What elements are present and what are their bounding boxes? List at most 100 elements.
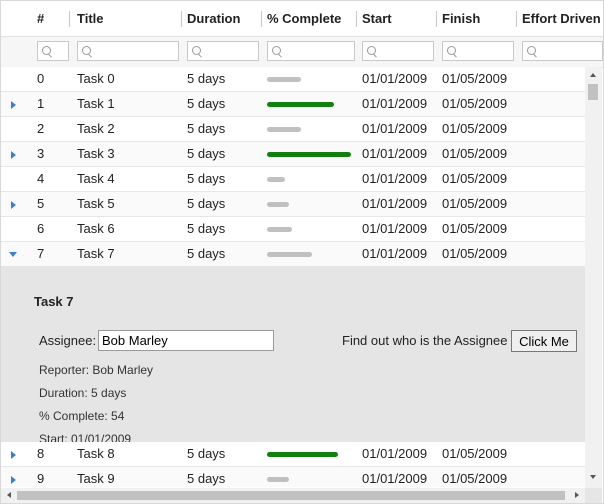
filter-input-start[interactable] <box>362 41 434 61</box>
cell-duration: 5 days <box>187 71 226 86</box>
cell-start: 01/01/2009 <box>362 121 428 136</box>
scroll-down-icon[interactable] <box>590 475 596 479</box>
scrollbar-corner <box>585 488 602 503</box>
table-row[interactable]: 8 Task 8 5 days 01/01/2009 01/05/2009 <box>1 442 585 467</box>
filter-input-title[interactable] <box>77 41 179 61</box>
percent-complete-bar <box>267 202 289 207</box>
cell-finish: 01/05/2009 <box>442 246 508 261</box>
table-row[interactable]: 3 Task 3 5 days 01/01/2009 01/05/2009 <box>1 142 585 167</box>
cell-title: Task 7 <box>77 246 115 261</box>
caret-right-icon <box>11 451 16 459</box>
cell-title: Task 9 <box>77 471 115 486</box>
row-toggle[interactable] <box>6 467 20 487</box>
cell-finish: 01/05/2009 <box>442 471 508 486</box>
cell-duration: 5 days <box>187 96 226 111</box>
search-icon <box>42 46 51 55</box>
percent-complete-bar <box>267 152 351 157</box>
caret-right-icon <box>11 476 16 484</box>
filter-input-percent-complete[interactable] <box>267 41 355 61</box>
caret-right-icon <box>11 151 16 159</box>
horizontal-scrollbar[interactable] <box>1 488 585 503</box>
table-row[interactable]: 0 Task 0 5 days 01/01/2009 01/05/2009 <box>1 67 585 92</box>
column-header-title[interactable]: Title <box>69 1 179 36</box>
search-icon <box>447 46 456 55</box>
assignee-label: Assignee: <box>39 333 97 348</box>
table-row[interactable]: 2 Task 2 5 days 01/01/2009 01/05/2009 <box>1 117 585 142</box>
cell-id: 0 <box>37 71 45 86</box>
cell-duration: 5 days <box>187 196 226 211</box>
row-toggle[interactable] <box>6 192 20 216</box>
filter-input-effort-driven[interactable] <box>522 41 603 61</box>
detail-reporter: Reporter: Bob Marley <box>39 363 154 377</box>
cell-duration: 5 days <box>187 121 226 136</box>
row-toggle[interactable] <box>6 142 20 166</box>
column-header-finish[interactable]: Finish <box>434 1 514 36</box>
search-icon <box>367 46 376 55</box>
find-assignee-label: Find out who is the Assignee <box>342 333 508 348</box>
assignee-input[interactable] <box>98 330 274 351</box>
cell-start: 01/01/2009 <box>362 446 428 461</box>
cell-id: 4 <box>37 171 45 186</box>
search-icon <box>527 46 536 55</box>
cell-finish: 01/05/2009 <box>442 71 508 86</box>
table-row[interactable]: 5 Task 5 5 days 01/01/2009 01/05/2009 <box>1 192 585 217</box>
row-detail-panel: Task 7 Assignee: Find out who is the Ass… <box>1 266 585 443</box>
table-row[interactable]: 6 Task 6 5 days 01/01/2009 01/05/2009 <box>1 217 585 242</box>
cell-id: 6 <box>37 221 45 236</box>
row-toggle[interactable] <box>6 242 20 266</box>
column-header-duration[interactable]: Duration <box>179 1 259 36</box>
filter-input-id[interactable] <box>37 41 69 61</box>
horizontal-scroll-thumb[interactable] <box>17 491 565 500</box>
table-row[interactable]: 9 Task 9 5 days 01/01/2009 01/05/2009 <box>1 467 585 487</box>
task-grid: # Title Duration % Complete Start Finish… <box>0 0 604 504</box>
column-header-start[interactable]: Start <box>354 1 434 36</box>
vertical-scrollbar[interactable] <box>585 67 602 488</box>
cell-title: Task 4 <box>77 171 115 186</box>
grid-header: # Title Duration % Complete Start Finish… <box>1 1 603 37</box>
cell-duration: 5 days <box>187 246 226 261</box>
cell-id: 2 <box>37 121 45 136</box>
cell-id: 3 <box>37 146 45 161</box>
cell-title: Task 0 <box>77 71 115 86</box>
cell-id: 7 <box>37 246 45 261</box>
detail-title: Task 7 <box>34 294 74 309</box>
cell-finish: 01/05/2009 <box>442 146 508 161</box>
filter-input-duration[interactable] <box>187 41 259 61</box>
cell-start: 01/01/2009 <box>362 146 428 161</box>
cell-title: Task 1 <box>77 96 115 111</box>
scroll-right-icon[interactable] <box>575 492 579 498</box>
table-row[interactable]: 7 Task 7 5 days 01/01/2009 01/05/2009 <box>1 242 585 267</box>
cell-title: Task 8 <box>77 446 115 461</box>
search-icon <box>192 46 201 55</box>
table-row[interactable]: 1 Task 1 5 days 01/01/2009 01/05/2009 <box>1 92 585 117</box>
vertical-scroll-thumb[interactable] <box>588 84 598 100</box>
cell-duration: 5 days <box>187 221 226 236</box>
table-row[interactable]: 4 Task 4 5 days 01/01/2009 01/05/2009 <box>1 167 585 192</box>
caret-down-icon <box>9 252 17 257</box>
column-header-id[interactable]: # <box>29 1 69 36</box>
cell-title: Task 3 <box>77 146 115 161</box>
row-toggle[interactable] <box>6 92 20 116</box>
cell-start: 01/01/2009 <box>362 246 428 261</box>
click-me-button[interactable]: Click Me <box>511 330 577 352</box>
percent-complete-bar <box>267 452 338 457</box>
cell-start: 01/01/2009 <box>362 471 428 486</box>
cell-start: 01/01/2009 <box>362 171 428 186</box>
column-header-percent-complete[interactable]: % Complete <box>259 1 355 36</box>
filter-row <box>1 37 603 68</box>
cell-finish: 01/05/2009 <box>442 121 508 136</box>
percent-complete-bar <box>267 252 312 257</box>
cell-finish: 01/05/2009 <box>442 196 508 211</box>
filter-input-finish[interactable] <box>442 41 514 61</box>
row-toggle[interactable] <box>6 442 20 466</box>
caret-right-icon <box>11 201 16 209</box>
cell-id: 9 <box>37 471 45 486</box>
cell-finish: 01/05/2009 <box>442 446 508 461</box>
cell-title: Task 6 <box>77 221 115 236</box>
grid-body: Task 7 Assignee: Find out who is the Ass… <box>1 67 585 487</box>
cell-title: Task 5 <box>77 196 115 211</box>
column-header-effort-driven[interactable]: Effort Driven <box>514 1 603 36</box>
cell-title: Task 2 <box>77 121 115 136</box>
scroll-up-icon[interactable] <box>590 73 596 77</box>
scroll-left-icon[interactable] <box>7 492 11 498</box>
